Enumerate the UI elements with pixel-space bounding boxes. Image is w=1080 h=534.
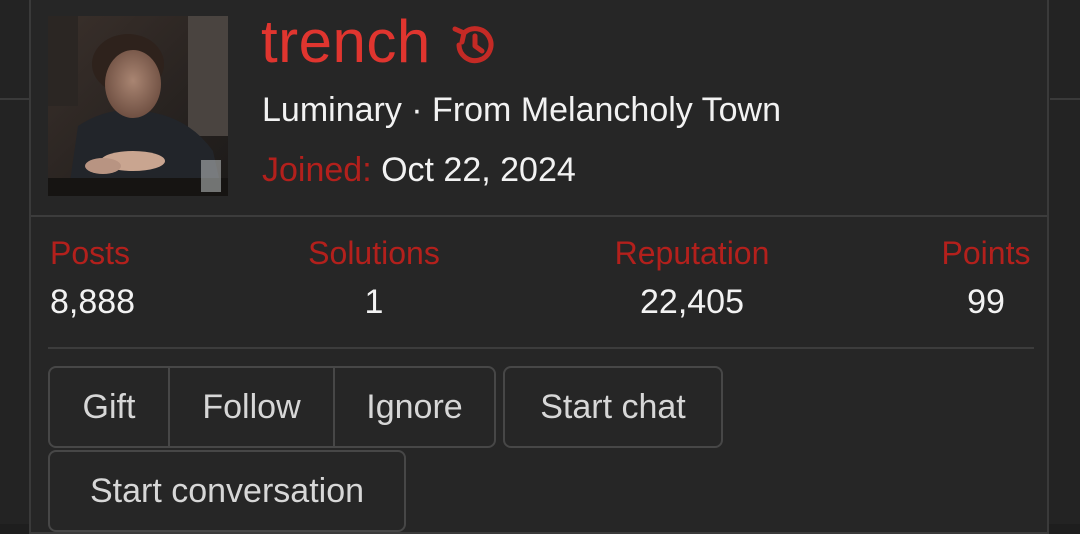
stat-label: Points <box>941 235 1031 271</box>
ignore-button[interactable]: Ignore <box>333 368 494 446</box>
member-tooltip-card: trench Luminary · From Melancholy Town J… <box>29 0 1049 534</box>
background-divider-left <box>0 98 30 100</box>
user-title-line: Luminary · From Melancholy Town <box>262 91 781 129</box>
username-row: trench <box>261 4 499 80</box>
stat-label: Reputation <box>614 235 770 271</box>
follow-button[interactable]: Follow <box>168 368 333 446</box>
stat-label: Solutions <box>308 235 440 271</box>
stat-solutions[interactable]: Solutions 1 <box>304 234 444 322</box>
stat-label: Posts <box>50 235 131 271</box>
start-chat-button[interactable]: Start chat <box>503 366 723 448</box>
stat-value: 8,888 <box>50 283 136 321</box>
joined-label: Joined: <box>262 151 372 189</box>
stat-posts[interactable]: Posts 8,888 <box>50 234 135 322</box>
gift-button[interactable]: Gift <box>50 368 168 446</box>
start-conversation-button[interactable]: Start conversation <box>48 450 406 532</box>
joined-date: Oct 22, 2024 <box>381 151 576 189</box>
divider <box>31 215 1047 217</box>
avatar-image <box>48 16 228 196</box>
stat-value: 99 <box>967 283 1005 321</box>
avatar[interactable] <box>48 16 228 196</box>
background-divider-right <box>1050 98 1080 100</box>
history-icon[interactable] <box>449 20 499 70</box>
stat-value: 1 <box>364 283 384 321</box>
stat-value: 22,405 <box>640 283 744 321</box>
stat-reputation[interactable]: Reputation 22,405 <box>609 234 775 322</box>
joined-info: Joined: Oct 22, 2024 <box>262 150 576 190</box>
member-action-group: Gift Follow Ignore <box>48 366 496 448</box>
username-link[interactable]: trench <box>261 12 431 72</box>
stat-points[interactable]: Points 99 <box>936 234 1036 322</box>
divider <box>48 347 1034 349</box>
